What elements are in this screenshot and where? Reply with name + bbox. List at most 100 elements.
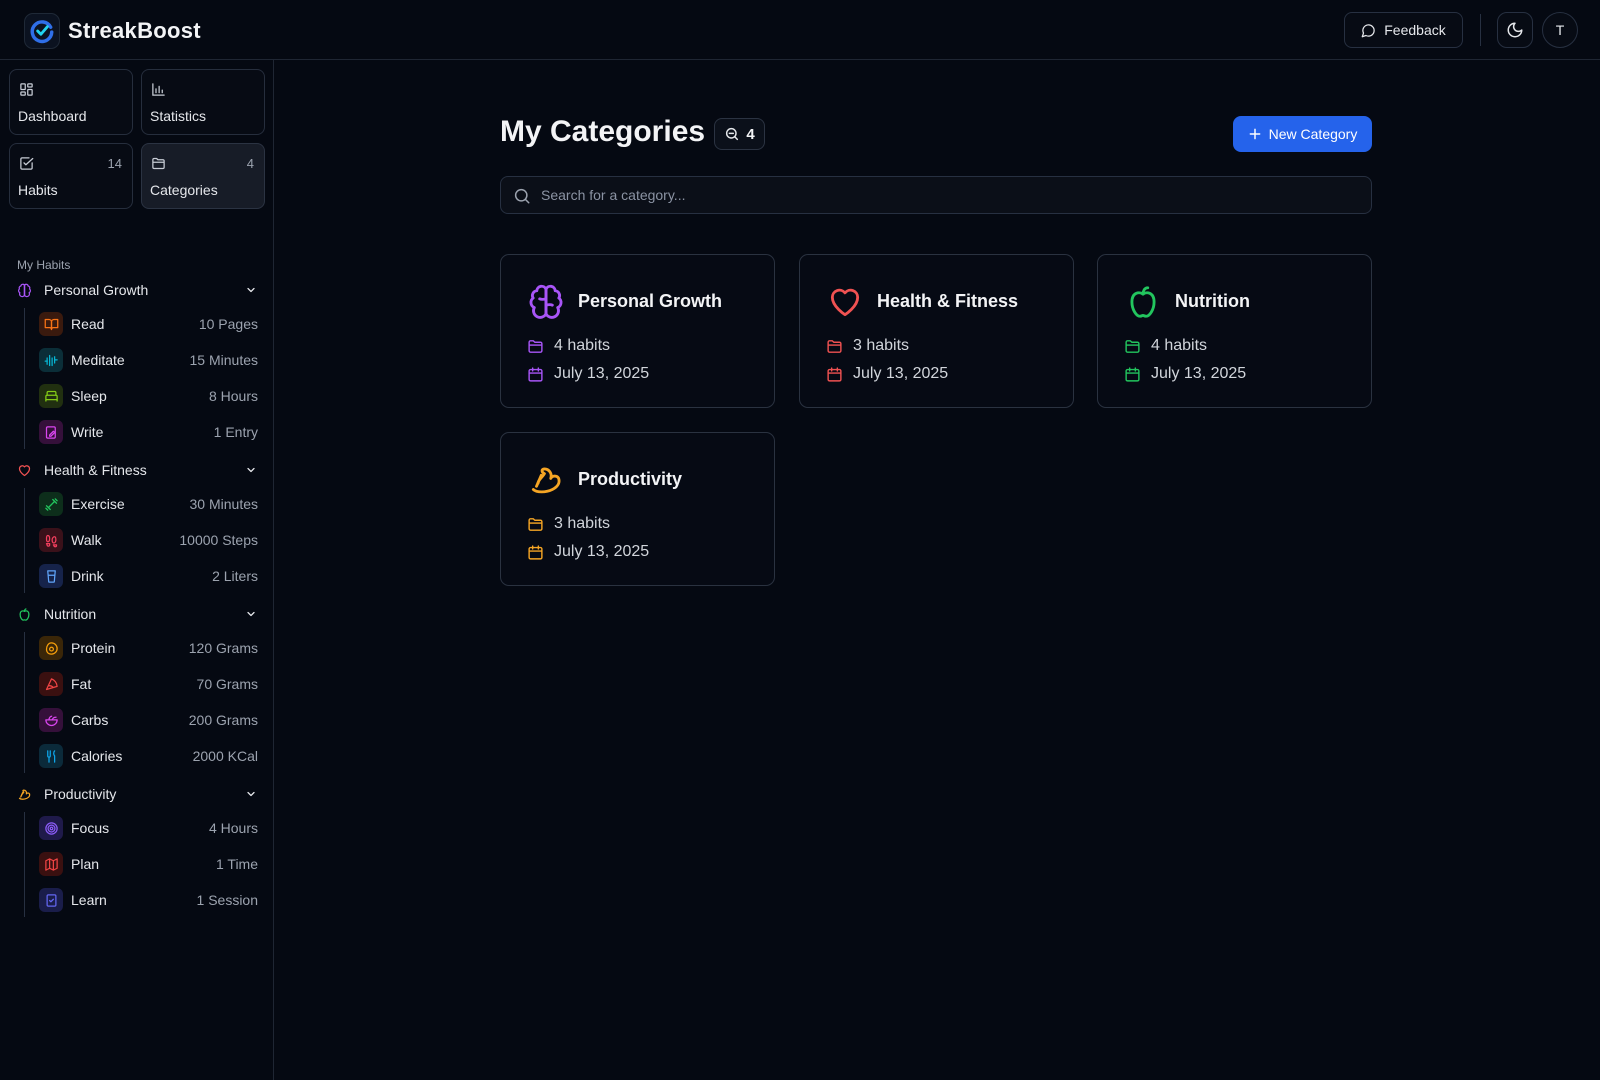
habit-name: Read [71,316,105,332]
footprints-icon [39,528,63,552]
nav-dashboard[interactable]: Dashboard [9,69,133,135]
nav-habits[interactable]: 14 Habits [9,143,133,209]
habit-name: Focus [71,820,110,836]
user-avatar[interactable]: T [1542,12,1578,48]
card-title: Productivity [578,469,683,489]
nav-label: Categories [150,182,218,198]
habit-count-text: 3 habits [554,515,611,532]
habit-target: 2000 KCal [192,748,258,764]
check-square-icon [19,156,34,171]
category-card-nutrition[interactable]: Nutrition 4 habits July 13, 2025 [1097,254,1372,408]
habit-target: 120 Grams [188,640,258,656]
muscle-icon [527,461,565,499]
habit-fat[interactable]: Fat 70 Grams [39,672,258,696]
habit-focus[interactable]: Focus 4 Hours [39,816,258,840]
habit-name: Write [71,424,104,440]
habit-name: Plan [71,856,100,872]
card-habit-count: 3 habits [527,515,610,533]
book-icon [39,312,63,336]
chevron-down-icon[interactable] [245,608,257,620]
apple-icon [1124,283,1162,321]
card-date: July 13, 2025 [527,543,649,561]
folder-icon [151,156,166,171]
utensils-icon [39,744,63,768]
habit-target: 1 Time [215,856,258,872]
habit-protein[interactable]: Protein 120 Grams [39,636,258,660]
habit-plan[interactable]: Plan 1 Time [39,852,258,876]
habit-carbs[interactable]: Carbs 200 Grams [39,708,258,732]
search-input[interactable] [541,177,1361,213]
streakboost-logo-icon[interactable] [24,13,60,49]
habit-name: Calories [71,748,123,764]
app-name[interactable]: StreakBoost [68,18,201,44]
habit-count-text: 3 habits [853,337,910,354]
habit-name: Walk [71,532,102,548]
habit-meditate[interactable]: Meditate 15 Minutes [39,348,258,372]
category-card-productivity[interactable]: Productivity 3 habits July 13, 2025 [500,432,775,586]
group-tree-line [24,488,25,593]
group-tree-line [24,308,25,449]
chart-icon [151,82,166,97]
chevron-down-icon[interactable] [245,284,257,296]
nav-categories[interactable]: 4 Categories [141,143,265,209]
group-personal-growth[interactable]: Personal Growth [17,279,257,301]
map-icon [39,852,63,876]
habit-read[interactable]: Read 10 Pages [39,312,258,336]
habit-count-text: 4 habits [1151,337,1208,354]
category-card-personal-growth[interactable]: Personal Growth 4 habits July 13, 2025 [500,254,775,408]
card-title: Personal Growth [578,291,723,311]
search-icon [513,187,531,205]
my-habits-label: My Habits [17,258,71,272]
egg-icon [39,636,63,660]
nav-label: Dashboard [18,108,87,124]
chevron-down-icon[interactable] [245,464,257,476]
feedback-button[interactable]: Feedback [1344,12,1463,48]
category-card-health-fitness[interactable]: Health & Fitness 3 habits July 13, 2025 [799,254,1074,408]
count-value: 4 [746,125,755,143]
habit-name: Drink [71,568,104,584]
nav-label: Habits [18,182,58,198]
group-health-fitness[interactable]: Health & Fitness [17,459,257,481]
habit-target: 2 Liters [212,568,258,584]
header-divider [1480,14,1481,46]
habit-write[interactable]: Write 1 Entry [39,420,258,444]
habit-drink[interactable]: Drink 2 Liters [39,564,258,588]
group-nutrition[interactable]: Nutrition [17,603,257,625]
category-search [500,176,1372,214]
calendar-icon [527,544,544,561]
calendar-icon [1124,366,1141,383]
card-title: Health & Fitness [877,291,1019,311]
folder-icon [826,338,843,355]
nav-count: 4 [246,156,254,171]
nav-statistics[interactable]: Statistics [141,69,265,135]
heart-icon [826,283,864,321]
habit-count-text: 4 habits [554,337,611,354]
group-label: Productivity [44,786,117,802]
new-category-label: New Category [1268,126,1358,142]
card-habit-count: 3 habits [826,337,909,355]
habit-exercise[interactable]: Exercise 30 Minutes [39,492,258,516]
habit-target: 8 Hours [208,388,258,404]
clipboard-check-icon [39,888,63,912]
theme-toggle-button[interactable] [1497,12,1533,48]
dumbbell-icon [39,492,63,516]
heart-icon [17,463,32,478]
habit-name: Meditate [71,352,125,368]
habit-learn[interactable]: Learn 1 Session [39,888,258,912]
calendar-icon [527,366,544,383]
muscle-icon [17,787,32,802]
card-date: July 13, 2025 [1124,365,1246,383]
habit-calories[interactable]: Calories 2000 KCal [39,744,258,768]
page-title: My Categories [500,115,706,148]
folder-icon [527,338,544,355]
new-category-button[interactable]: New Category [1233,116,1372,152]
group-tree-line [24,812,25,917]
habit-sleep[interactable]: Sleep 8 Hours [39,384,258,408]
chevron-down-icon[interactable] [245,788,257,800]
habit-target: 70 Grams [196,676,258,692]
message-circle-icon [1361,23,1376,38]
group-productivity[interactable]: Productivity [17,783,257,805]
habit-walk[interactable]: Walk 10000 Steps [39,528,258,552]
group-tree-line [24,632,25,773]
card-date: July 13, 2025 [826,365,948,383]
